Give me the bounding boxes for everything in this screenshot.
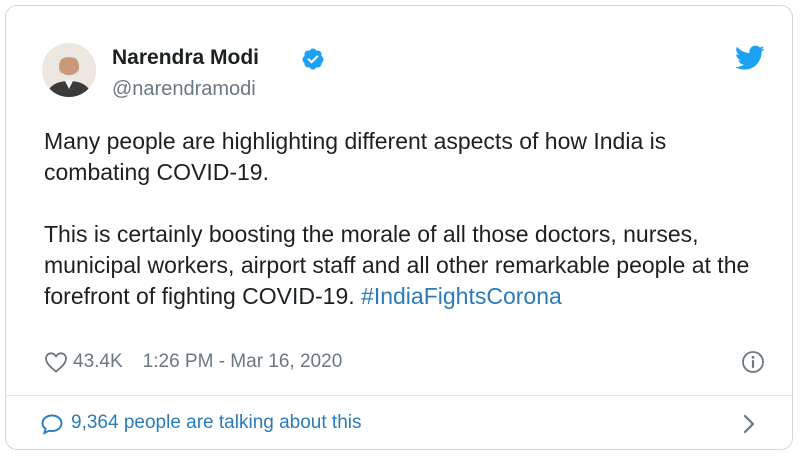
comment-icon [41, 414, 63, 435]
tweet-paragraph-1: Many people are highlighting different a… [44, 128, 667, 185]
talking-about-link[interactable]: 9,364 people are talking about this [6, 396, 792, 449]
verified-icon [302, 48, 324, 70]
chevron-right-icon [743, 414, 755, 434]
talking-about-text: 9,364 people are talking about this [71, 412, 362, 433]
info-icon[interactable] [741, 350, 765, 374]
hashtag-link[interactable]: #IndiaFightsCorona [361, 283, 562, 309]
twitter-icon[interactable] [735, 45, 765, 71]
tweet-meta: 43.4K 1:26 PM - Mar 16, 2020 [44, 349, 342, 375]
tweet-paragraph-2: This is certainly boosting the morale of… [44, 219, 774, 312]
handle[interactable]: @narendramodi [112, 78, 256, 101]
timestamp[interactable]: 1:26 PM - Mar 16, 2020 [143, 351, 343, 373]
heart-icon[interactable] [44, 351, 68, 373]
display-name[interactable]: Narendra Modi [112, 46, 259, 70]
tweet-card: Narendra Modi @narendramodi Many people … [5, 5, 793, 450]
like-count[interactable]: 43.4K [73, 351, 123, 373]
tweet-text: Many people are highlighting different a… [44, 126, 774, 312]
avatar[interactable] [42, 43, 96, 97]
